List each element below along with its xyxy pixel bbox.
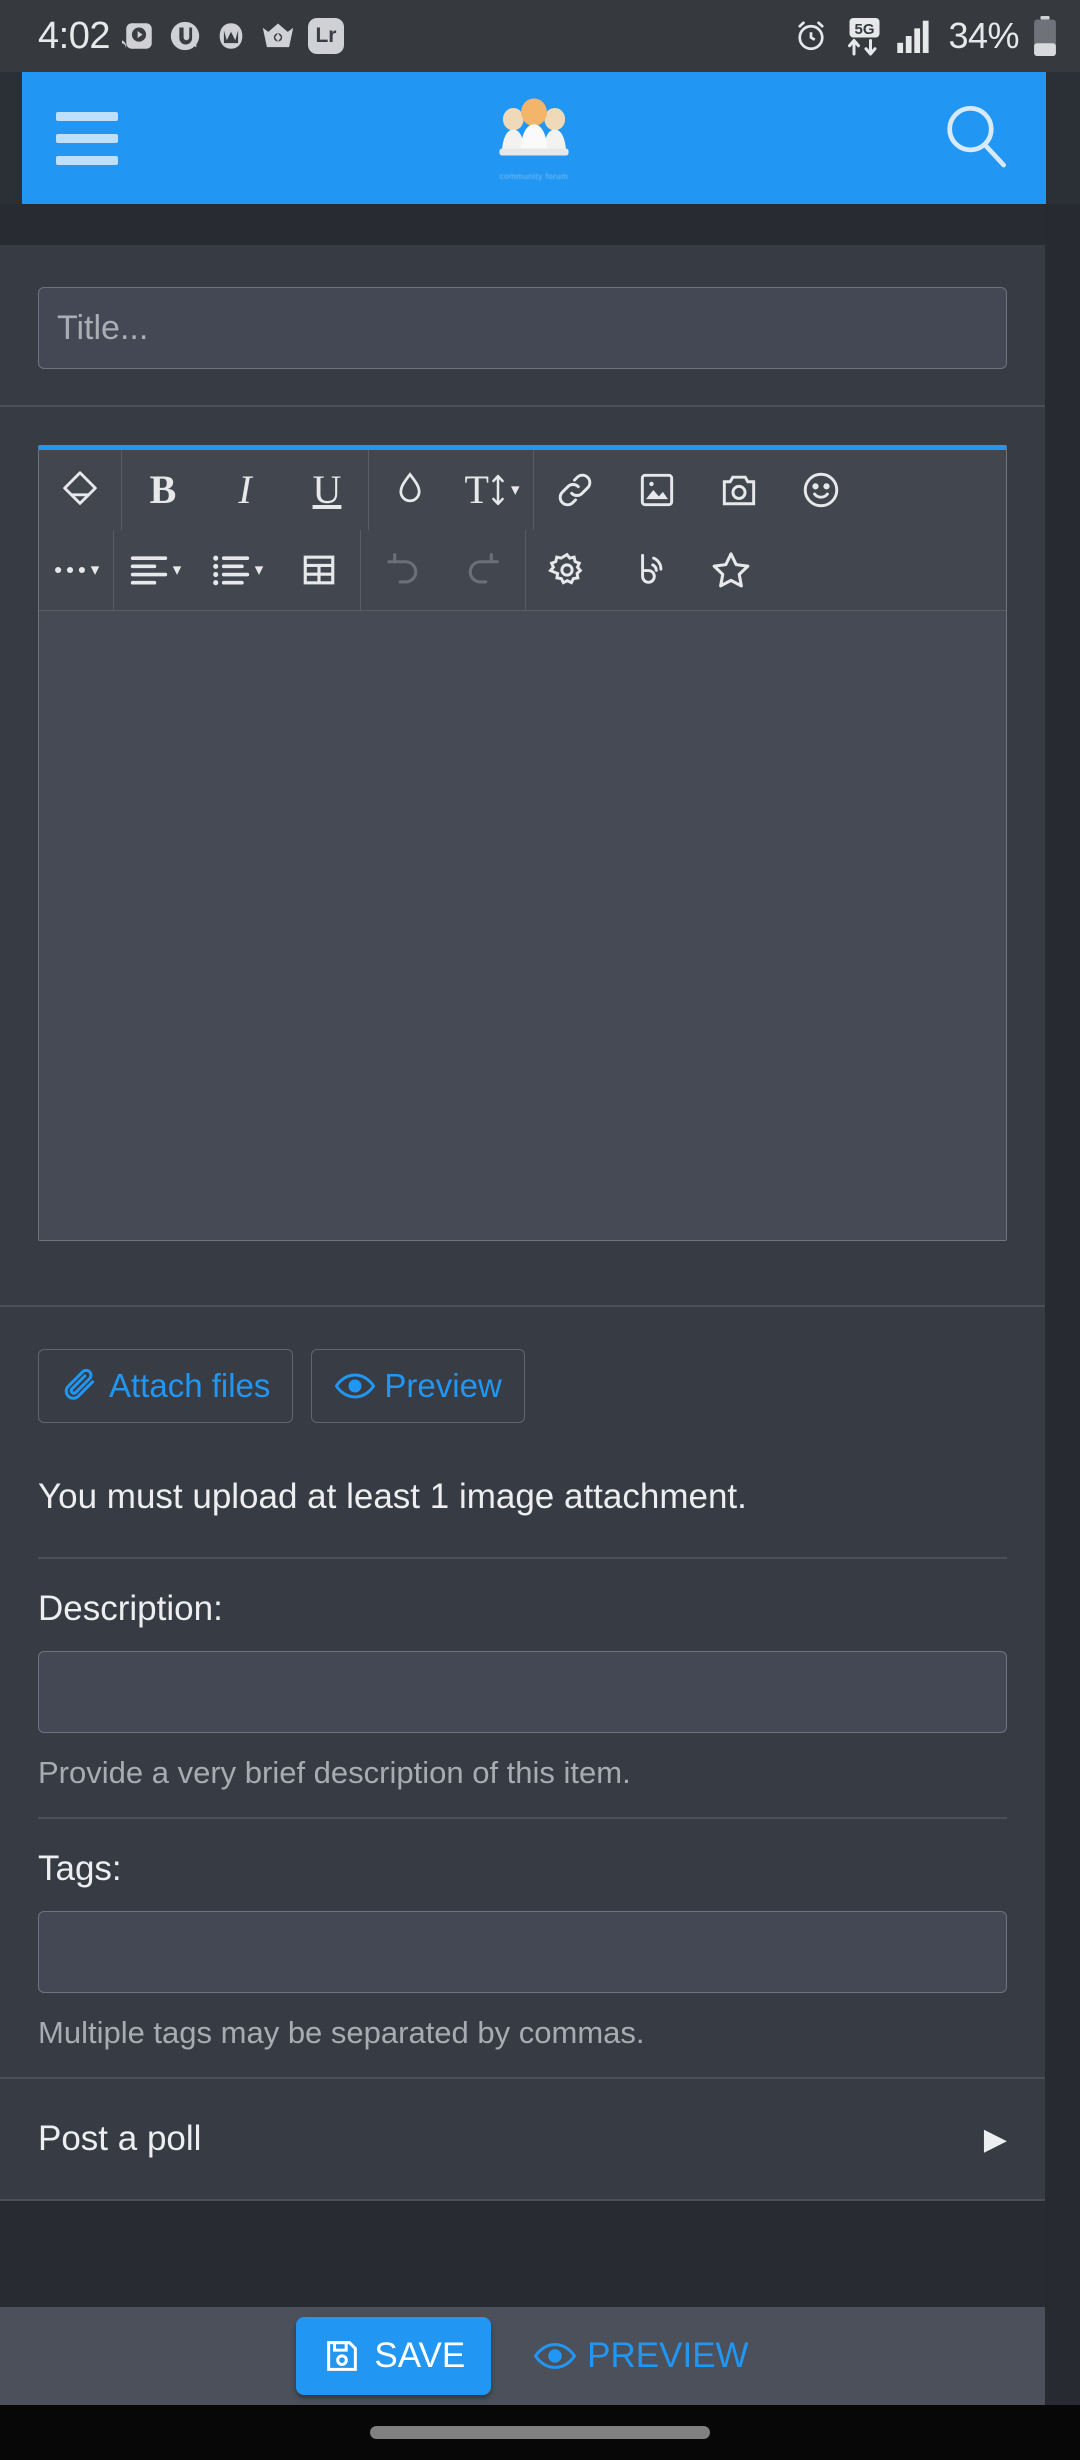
community-logo-icon[interactable]: community forum <box>496 96 572 181</box>
redo-button[interactable] <box>443 530 525 610</box>
eye-icon <box>533 2342 577 2370</box>
editor-spacer <box>38 1241 1007 1305</box>
status-bar-left: 4:02 Lr <box>38 15 344 58</box>
description-input[interactable] <box>38 1651 1007 1733</box>
logo-subtext: community forum <box>499 171 569 181</box>
font-size-button[interactable]: T ▾ <box>451 450 533 530</box>
floppy-disk-icon <box>327 2341 358 2371</box>
rich-text-editor: B I U T ▾ ▾ ▾ ▾ <box>38 445 1007 1241</box>
attachment-requirement-notice: You must upload at least 1 image attachm… <box>38 1477 747 1516</box>
description-label: Description: <box>38 1589 223 1628</box>
android-nav-bar <box>0 2405 1080 2460</box>
undo-button[interactable] <box>361 530 443 610</box>
post-a-poll-label: Post a poll <box>38 2119 202 2158</box>
editor-toolbar-row-2: ▾ ▾ ▾ <box>39 530 1006 610</box>
chevron-right-icon: ▶ <box>983 2122 1007 2156</box>
phone-screen: 4:02 Lr 5G 34% community forum Title... … <box>0 0 1080 2460</box>
attach-files-button[interactable]: Attach files <box>38 1349 294 1423</box>
eye-icon <box>335 1373 376 1399</box>
post-a-poll-row[interactable]: Post a poll ▶ <box>0 2079 1045 2199</box>
bold-button[interactable]: B <box>122 450 204 530</box>
title-field-wrap <box>0 245 1045 405</box>
hamburger-line <box>56 133 118 143</box>
tags-label: Tags: <box>38 1849 122 1888</box>
text-align-button[interactable]: ▾ <box>114 530 196 610</box>
editor-section: B I U T ▾ ▾ ▾ ▾ <box>0 407 1045 1305</box>
lightroom-icon-label: Lr <box>315 24 337 47</box>
description-hint: Provide a very brief description of this… <box>38 1755 631 1790</box>
underline-button[interactable]: U <box>286 450 368 530</box>
app-header-bar: community forum <box>22 72 1046 204</box>
utorrent-icon <box>170 21 200 51</box>
alarm-clock-icon <box>798 21 825 51</box>
save-button[interactable]: SAVE <box>296 2317 492 2395</box>
post-form-container: B I U T ▾ <box>0 245 1045 2201</box>
malwarebytes-icon <box>219 23 243 49</box>
editor-content-area[interactable] <box>39 610 1006 1240</box>
save-button-label: SAVE <box>374 2336 466 2375</box>
hamburger-line <box>56 155 118 165</box>
status-bar: 4:02 Lr 5G 34% <box>0 0 1080 72</box>
emoji-icon[interactable] <box>780 450 862 530</box>
crown-app-icon <box>262 23 294 48</box>
search-icon[interactable] <box>940 100 1012 177</box>
battery-icon <box>1034 16 1056 56</box>
italic-button[interactable]: I <box>204 450 286 530</box>
insert-link-icon[interactable] <box>534 450 616 530</box>
camera-icon[interactable] <box>698 450 780 530</box>
community-logo-glyph <box>499 97 569 155</box>
tags-field-block: Tags: Multiple tags may be separated by … <box>0 1819 1045 2077</box>
tags-input[interactable] <box>38 1911 1007 1993</box>
favorite-star-icon[interactable] <box>690 530 772 610</box>
lightroom-icon: Lr <box>307 18 344 54</box>
page-right-gutter <box>1045 204 1080 2405</box>
svg-text:5G: 5G <box>855 21 875 38</box>
more-options-button[interactable]: ▾ <box>39 530 113 610</box>
preview-label: Preview <box>384 1367 502 1404</box>
bottom-action-bar: SAVE PREVIEW <box>0 2307 1045 2405</box>
status-bar-clock: 4:02 <box>38 14 110 57</box>
divider <box>0 2199 1045 2201</box>
preview-button[interactable]: Preview <box>311 1349 525 1423</box>
tags-hint: Multiple tags may be separated by commas… <box>38 2015 645 2050</box>
text-color-icon[interactable] <box>369 450 451 530</box>
broadcast-icon[interactable] <box>608 530 690 610</box>
hamburger-line <box>56 111 118 121</box>
signal-bars-icon <box>897 20 930 53</box>
status-bar-right: 5G 34% <box>793 15 1058 57</box>
preview-bottom-button[interactable]: PREVIEW <box>533 2336 749 2376</box>
insert-table-icon[interactable] <box>278 530 360 610</box>
battery-percent-label: 34% <box>948 15 1019 56</box>
editor-settings-icon[interactable] <box>526 530 608 610</box>
5g-network-icon: 5G <box>848 18 880 56</box>
cast-podcast-icon <box>121 23 152 49</box>
description-field-block: Description: Provide a very brief descri… <box>0 1559 1045 1817</box>
editor-action-row: Attach files Preview <box>0 1307 1045 1467</box>
paperclip-icon <box>64 1368 95 1400</box>
clear-formatting-icon[interactable] <box>39 450 121 530</box>
editor-toolbar-row-1: B I U T ▾ <box>39 450 1006 530</box>
attach-files-label: Attach files <box>109 1367 271 1404</box>
gesture-nav-pill[interactable] <box>370 2426 710 2439</box>
list-button[interactable]: ▾ <box>196 530 278 610</box>
hamburger-menu-icon[interactable] <box>56 111 118 165</box>
preview-bottom-label: PREVIEW <box>587 2336 749 2375</box>
insert-image-icon[interactable] <box>616 450 698 530</box>
title-input[interactable] <box>38 287 1007 369</box>
